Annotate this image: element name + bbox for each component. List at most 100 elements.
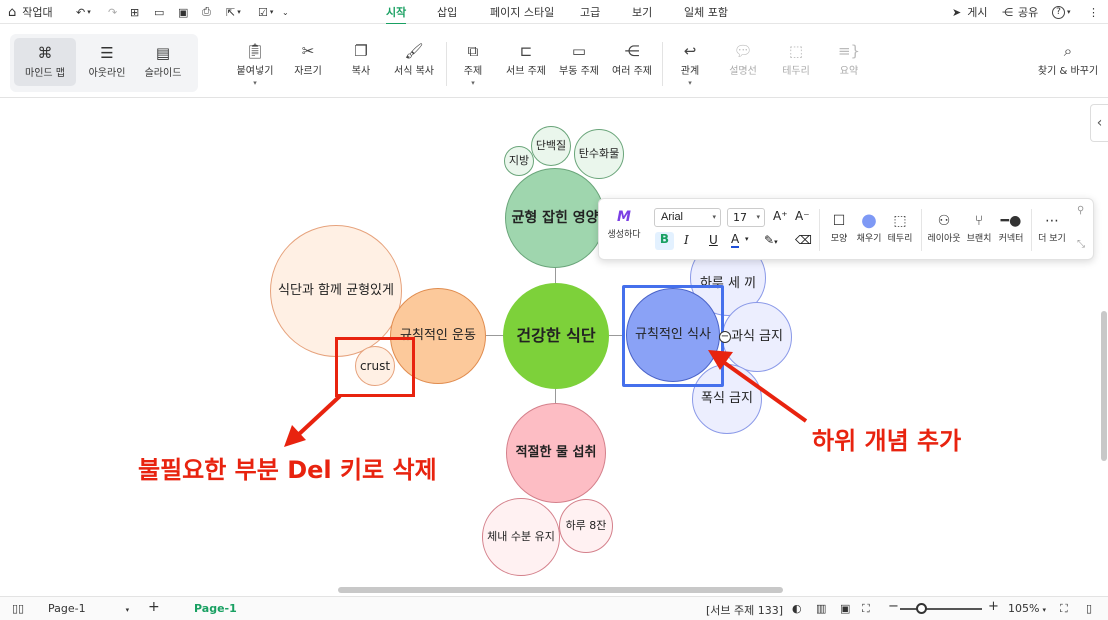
panel-toggle[interactable]: ▯ — [1086, 602, 1092, 615]
export-button[interactable]: ⇱ ▾ — [226, 4, 241, 20]
layout-button[interactable]: ⚇ 레이아웃 — [925, 211, 963, 244]
zoom-level[interactable]: 105% ▾ — [1008, 602, 1046, 615]
page-panel-button[interactable]: ▯▯ — [12, 602, 24, 615]
font-size-select[interactable]: 17 ▾ — [727, 208, 765, 227]
open-button[interactable]: ▭ — [154, 4, 164, 20]
help-button[interactable]: ? ▾ — [1052, 4, 1071, 20]
tab-start[interactable]: 시작 — [386, 4, 407, 25]
multiple-topics-button[interactable]: ⋲ 여러 주제 — [604, 40, 660, 77]
outline-view-button[interactable]: ☰ 아웃라인 — [76, 38, 138, 86]
topic-button[interactable]: ⧉ 주제 ▾ — [445, 40, 501, 87]
summary-button[interactable]: ≡} 요약 — [821, 40, 877, 77]
page-select[interactable]: Page-1 ▾ — [48, 602, 129, 615]
book-view-button[interactable]: ▥ — [816, 602, 826, 615]
subtopic-no-overeating[interactable]: 과식 금지 — [722, 302, 792, 372]
tab-view[interactable]: 보기 — [632, 4, 652, 20]
tab-ai[interactable]: 일체 포함 — [684, 4, 728, 20]
cut-label: 자르기 — [294, 66, 322, 77]
highlight-button[interactable]: ✎▾ — [764, 233, 778, 247]
shape-label: 모양 — [830, 234, 848, 244]
vertical-scrollbar[interactable] — [1101, 311, 1107, 461]
zoom-out-button[interactable]: − — [888, 599, 899, 614]
tab-page-style[interactable]: 페이지 스타일 — [490, 4, 554, 20]
subtopic-protein[interactable]: 단백질 — [531, 126, 571, 166]
tab-advanced[interactable]: 고급 — [580, 4, 600, 20]
subtopic-carbs[interactable]: 탄수화물 — [574, 129, 624, 179]
tab-insert[interactable]: 삽입 — [437, 4, 457, 20]
fill-button[interactable]: ● 채우기 — [853, 211, 885, 245]
side-panel-toggle[interactable]: ‹ — [1090, 104, 1108, 142]
checklist-button[interactable]: ☑ ▾ — [258, 4, 273, 20]
subtopic-hydration[interactable]: 체내 수분 유지 — [482, 498, 560, 576]
paste-button[interactable]: 📋︎ 붙여넣기 ▾ — [227, 40, 283, 87]
redo-button[interactable]: ↷ — [108, 4, 117, 20]
ai-generate-button[interactable]: M 생성하다 — [605, 207, 643, 240]
branch-label: 브랜치 — [966, 234, 992, 244]
shape-button[interactable]: ☐ 모양 — [825, 211, 853, 244]
cut-button[interactable]: ✂ 자르기 — [280, 40, 336, 77]
shrink-font-button[interactable]: A⁻ — [795, 209, 810, 223]
plus-icon: + — [988, 599, 999, 614]
home-icon: ⌂ — [8, 4, 17, 20]
connector-button[interactable]: ━● 커넥터 — [995, 211, 1027, 244]
subtopic-button[interactable]: ⊏ 서브 주제 — [498, 40, 554, 77]
pin-button[interactable]: ⚲ — [1077, 205, 1084, 216]
relation-button[interactable]: ↩ 관계 ▾ — [662, 40, 718, 87]
mindmap-view-button[interactable]: ⌘ 마인드 맵 — [14, 38, 76, 86]
font-family-select[interactable]: Arial ▾ — [654, 208, 721, 227]
collapse-toggle[interactable]: − — [719, 331, 731, 343]
branch-button[interactable]: ⑂ 브랜치 — [963, 211, 995, 244]
copy-button[interactable]: ❐ 복사 — [333, 40, 389, 77]
subtopic-eight-glasses[interactable]: 하루 8잔 — [559, 499, 613, 553]
chevrons-down-icon: ⌄ — [282, 7, 289, 17]
grow-font-button[interactable]: A⁺ — [773, 209, 788, 223]
border-button[interactable]: ⬚ 테두리 — [884, 211, 916, 244]
topic-balanced-nutrition[interactable]: 균형 잡힌 영양 — [505, 168, 605, 268]
slide-view-button[interactable]: ▤ 슬라이드 — [132, 38, 194, 86]
arrow-head — [284, 425, 306, 447]
share-button[interactable]: ⋲ 공유 — [1002, 4, 1038, 20]
zoom-slider-handle[interactable] — [916, 603, 927, 614]
save-button[interactable]: ▣ — [178, 4, 188, 20]
find-replace-button[interactable]: ⌕ 찾기 & 바꾸기 — [1036, 40, 1100, 77]
selection-box — [622, 285, 724, 387]
zoom-in-button[interactable]: + — [988, 599, 999, 614]
print-button[interactable]: ⎙ — [202, 4, 211, 20]
home-button[interactable]: ⌂ 작업대 — [8, 4, 53, 20]
fullscreen-toggle[interactable]: ⛶ — [1060, 602, 1068, 616]
subtopic-label: 서브 주제 — [506, 66, 546, 77]
undo-button[interactable]: ↶ ▾ — [76, 4, 91, 20]
fullscreen-button[interactable]: ⛶ — [862, 602, 870, 616]
format-painter-button[interactable]: 🖌︎ 서식 복사 — [386, 40, 442, 77]
mindmap-canvas[interactable]: 균형 잡힌 영양 단백질 탄수화물 지방 식단과 함께 균형있게 규칙적인 운동… — [0, 99, 1108, 595]
more-menu-button[interactable]: ⋮ — [1088, 4, 1099, 20]
more-options-button[interactable]: ⋯ 더 보기 — [1035, 211, 1069, 244]
view-switcher: ⌘ 마인드 맵 ☰ 아웃라인 ▤ 슬라이드 — [10, 34, 198, 92]
font-color-button[interactable]: A — [731, 232, 740, 248]
boundary-button[interactable]: ⬚ 테두리 — [768, 40, 824, 77]
topic-water-intake[interactable]: 적절한 물 섭취 — [506, 403, 606, 503]
zoom-slider[interactable] — [900, 608, 982, 610]
subtopic-fat[interactable]: 지방 — [504, 146, 534, 176]
redo-icon: ↷ — [108, 5, 118, 19]
publish-button[interactable]: ➤ 게시 — [952, 4, 987, 20]
more-quick-button[interactable]: ⌄ — [282, 4, 289, 20]
bold-button[interactable]: B — [655, 232, 674, 250]
focus-mode-button[interactable]: ◐ — [792, 602, 802, 615]
new-button[interactable]: ⊞ — [130, 4, 139, 20]
divider — [921, 209, 922, 251]
callout-button[interactable]: 💬︎ 설명선 — [715, 40, 771, 77]
boundary-label: 테두리 — [782, 66, 810, 77]
horizontal-scrollbar[interactable] — [338, 587, 783, 593]
central-topic[interactable]: 건강한 식단 — [503, 283, 609, 389]
italic-button[interactable]: I — [684, 233, 689, 247]
floating-topic-button[interactable]: ▭ 부동 주제 — [551, 40, 607, 77]
page-tab-active[interactable]: Page-1 — [194, 602, 237, 615]
underline-button[interactable]: U — [709, 233, 718, 247]
fit-page-button[interactable]: ▣ — [840, 602, 850, 615]
font-color-dropdown[interactable]: ▾ — [745, 235, 749, 243]
collapse-toolbar-button[interactable]: ⤡ — [1077, 239, 1085, 250]
clear-format-button[interactable]: ⌫ — [795, 233, 812, 247]
outline-icon: ☰ — [100, 44, 114, 62]
add-page-button[interactable]: + — [148, 599, 160, 615]
